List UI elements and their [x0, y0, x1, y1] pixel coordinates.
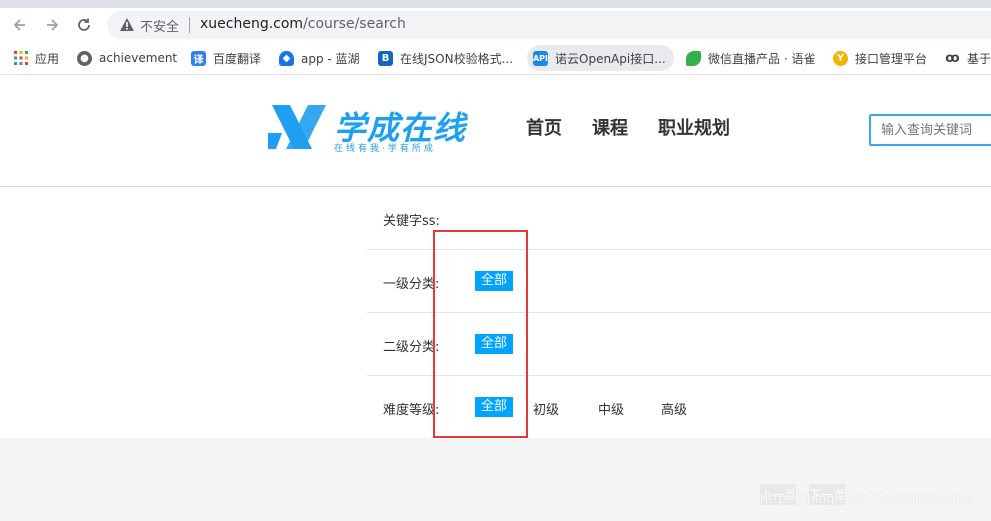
arrow-right-icon [47, 19, 59, 31]
bookmark-achievement[interactable]: ● achievement [77, 42, 177, 74]
bookmark-lanhu[interactable]: ◆ app - 蓝湖 [279, 42, 360, 74]
url-host: xuecheng.com [200, 16, 304, 32]
insecure-label[interactable]: 不安全 [140, 16, 179, 35]
bookmark-label: achievement [99, 51, 178, 65]
address-bar[interactable]: 不安全 xuecheng.com/course/search [107, 11, 991, 39]
api-icon: API [533, 50, 548, 66]
reload-button[interactable] [73, 14, 95, 36]
site-logo[interactable]: 学成在线 在线有我·学有所成 [268, 103, 468, 154]
search-input[interactable] [869, 114, 991, 146]
bookmark-label: 接口管理平台 [855, 51, 928, 66]
yuque-icon [686, 50, 701, 66]
lanhu-icon: ◆ [279, 50, 294, 66]
nav-home[interactable]: 首页 [526, 114, 562, 140]
bookmark-label: 微信直播产品 · 语雀 [708, 51, 816, 66]
json-b-icon: B [378, 50, 393, 66]
leaf-icon: ꝏ [945, 50, 960, 66]
bookmark-json[interactable]: B 在线JSON校验格式... [378, 42, 513, 74]
xuecheng-logo-icon [268, 105, 326, 149]
forward-button[interactable] [41, 14, 63, 36]
nav-courses[interactable]: 课程 [592, 114, 628, 140]
keyword-label: 关键字ss: [383, 214, 440, 229]
watermark-text: https://blog.csdn.net/minihuabei [760, 492, 972, 507]
browser-toolbar: 不安全 xuecheng.com/course/search [0, 8, 991, 42]
level2-all-tag[interactable]: 全部 [475, 334, 513, 354]
bookmark-label: app - 蓝湖 [301, 51, 360, 66]
bookmark-nuoyun-api[interactable]: API 诺云OpenApi接口... [527, 45, 674, 71]
reload-icon [78, 18, 90, 31]
difficulty-intermediate[interactable]: 中级 [598, 399, 624, 418]
globe-icon: ● [77, 50, 92, 66]
yapi-icon: Y [833, 50, 848, 66]
bookmark-more[interactable]: ꝏ 基于 [945, 42, 991, 74]
filter-panel: 关键字ss: 一级分类: 全部 二级分类: 全部 难度等级: 全部 初级 中级 … [0, 187, 991, 438]
difficulty-advanced[interactable]: 高级 [661, 399, 687, 418]
filter-row-difficulty: 难度等级: 全部 初级 中级 高级 [367, 376, 991, 438]
bookmark-label: 在线JSON校验格式... [400, 51, 514, 66]
difficulty-beginner[interactable]: 初级 [533, 399, 559, 418]
bookmark-apps[interactable]: 应用 [13, 42, 59, 74]
filter-row-level1: 一级分类: 全部 [367, 250, 991, 313]
site-header: 学成在线 在线有我·学有所成 首页 课程 职业规划 [0, 75, 991, 187]
level2-label: 二级分类: [383, 340, 440, 355]
logo-slogan: 在线有我·学有所成 [334, 144, 436, 154]
bookmarks-bar: 应用 ● achievement 译 百度翻译 ◆ app - 蓝湖 B 在线J… [0, 42, 991, 75]
bookmark-yapi[interactable]: Y 接口管理平台 [833, 42, 927, 74]
nav-career-planning[interactable]: 职业规划 [658, 114, 730, 140]
baidu-translate-icon: 译 [191, 50, 206, 66]
filter-row-keyword: 关键字ss: [367, 187, 991, 250]
bookmark-yuque[interactable]: 微信直播产品 · 语雀 [686, 42, 815, 74]
back-button[interactable] [9, 14, 31, 36]
difficulty-label: 难度等级: [383, 403, 440, 418]
bookmark-label: 应用 [35, 51, 60, 66]
bookmark-label: 百度翻译 [213, 51, 262, 66]
url-path: /course/search [303, 16, 406, 32]
url-separator [189, 17, 190, 33]
bookmark-baidu-translate[interactable]: 译 百度翻译 [191, 42, 261, 74]
level1-all-tag[interactable]: 全部 [475, 271, 513, 291]
url-text[interactable]: xuecheng.com/course/search [200, 16, 406, 32]
arrow-left-icon [13, 19, 25, 31]
difficulty-all-tag[interactable]: 全部 [475, 397, 513, 417]
apps-grid-icon [13, 51, 28, 66]
bookmark-label: 诺云OpenApi接口... [555, 51, 666, 66]
tab-strip [0, 0, 991, 8]
warning-icon [119, 17, 135, 36]
bookmark-label: 基于 [967, 51, 991, 66]
filter-row-level2: 二级分类: 全部 [367, 313, 991, 376]
level1-label: 一级分类: [383, 277, 440, 292]
